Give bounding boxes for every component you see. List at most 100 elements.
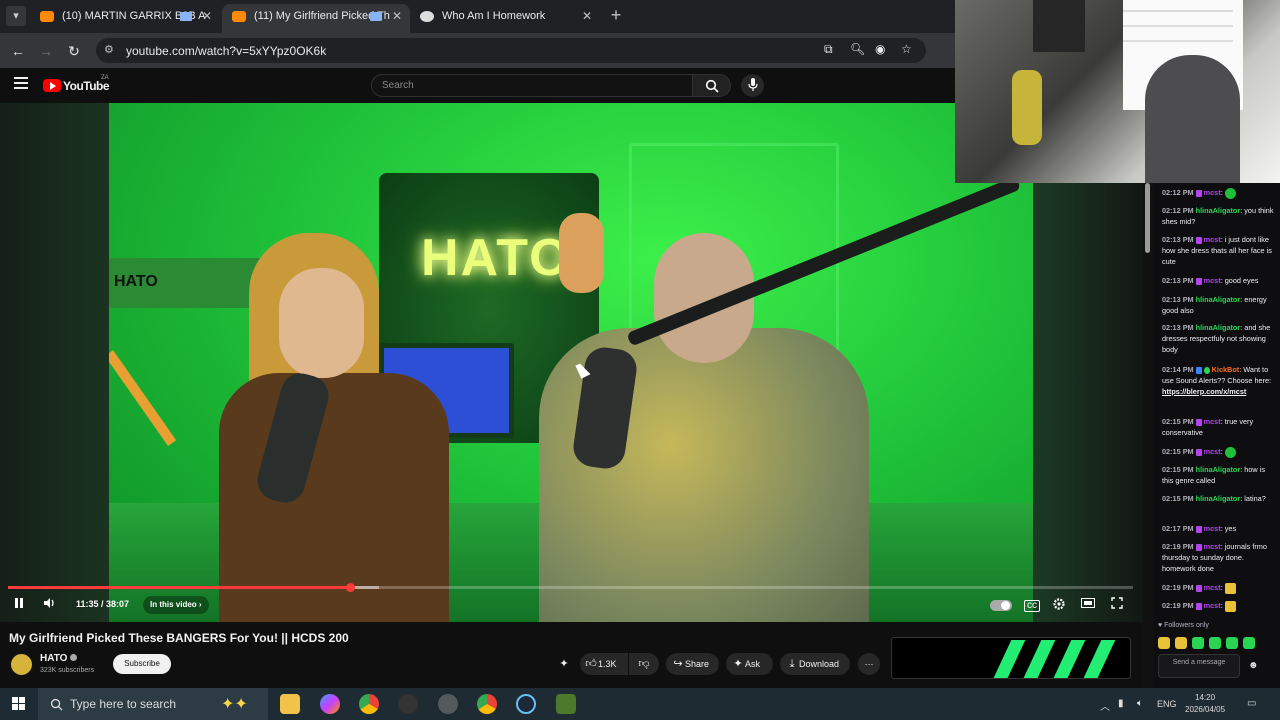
chat-user[interactable]: hlinaAligator bbox=[1196, 323, 1241, 332]
browser-tab-3[interactable]: Who Am I Homework ✕ bbox=[410, 4, 600, 33]
menu-icon[interactable] bbox=[14, 77, 28, 92]
youtube-logo-text[interactable]: YouTube bbox=[63, 79, 110, 93]
channel-name[interactable]: HATO bbox=[40, 653, 78, 664]
chatgpt-app-icon[interactable] bbox=[438, 694, 458, 714]
site-info-icon[interactable]: ⚙ bbox=[104, 43, 114, 56]
copilot-icon[interactable] bbox=[320, 694, 340, 714]
search-input[interactable]: Search bbox=[371, 74, 693, 97]
chat-message: 02:13 PM hlinaAligator: and she dresses r… bbox=[1162, 322, 1274, 355]
autoplay-toggle[interactable] bbox=[990, 600, 1012, 611]
search-button[interactable] bbox=[693, 74, 731, 97]
chat-user[interactable]: hlinaAligator bbox=[1196, 465, 1241, 474]
theater-mode-button[interactable] bbox=[1081, 597, 1095, 611]
chat-user[interactable]: mcst bbox=[1204, 188, 1221, 197]
close-tab-icon[interactable]: ✕ bbox=[392, 4, 402, 29]
emote-icon[interactable] bbox=[1226, 637, 1238, 649]
chat-emote-picker-icon[interactable]: ☻ bbox=[1248, 660, 1259, 671]
chat-user[interactable]: mcst bbox=[1204, 417, 1221, 426]
browser-tab-bar: ▾ (10) MARTIN GARRIX B2B A ✕ (11) My Gir… bbox=[0, 0, 955, 33]
chat-time: 02:13 PM bbox=[1162, 295, 1194, 304]
close-tab-icon[interactable]: ✕ bbox=[202, 4, 212, 29]
chat-user[interactable]: mcst bbox=[1204, 601, 1221, 610]
chat-user[interactable]: mcst bbox=[1204, 524, 1221, 533]
reload-button[interactable]: ↻ bbox=[64, 41, 84, 61]
browser-tab-1[interactable]: (10) MARTIN GARRIX B2B A ✕ bbox=[30, 4, 220, 33]
chat-user[interactable]: hlinaAligator bbox=[1196, 206, 1241, 215]
pause-button[interactable] bbox=[13, 597, 25, 612]
chat-message-input[interactable]: Send a message bbox=[1158, 654, 1240, 678]
file-explorer-icon[interactable] bbox=[280, 694, 300, 714]
language-indicator[interactable]: ENG bbox=[1157, 699, 1177, 709]
chat-time: 02:15 PM bbox=[1162, 447, 1194, 456]
volume-button[interactable] bbox=[43, 597, 57, 612]
notification-icon[interactable]: ▭ bbox=[1247, 698, 1256, 709]
scrubber-handle[interactable] bbox=[346, 583, 355, 592]
share-button[interactable]: ↪ Share bbox=[666, 653, 719, 675]
chat-link[interactable]: https://blerp.com/x/mcst bbox=[1162, 387, 1246, 396]
emote-icon[interactable] bbox=[1158, 637, 1170, 649]
chrome-profile-icon[interactable] bbox=[477, 694, 497, 714]
subtitles-button[interactable]: cc bbox=[1024, 600, 1040, 612]
install-app-icon[interactable]: ⧉ bbox=[824, 42, 833, 57]
chat-time: 02:19 PM bbox=[1162, 583, 1194, 592]
new-tab-button[interactable]: + bbox=[606, 5, 626, 25]
steam-icon[interactable] bbox=[516, 694, 536, 714]
dislike-button[interactable]: 👎︎ bbox=[629, 653, 659, 675]
emote-icon[interactable] bbox=[1209, 637, 1221, 649]
back-button[interactable]: ← bbox=[8, 41, 28, 61]
chat-message: 02:19 PM mcst: journals frmo thursday to … bbox=[1162, 541, 1274, 574]
like-count: 1.3K bbox=[598, 659, 617, 669]
progress-bar[interactable] bbox=[8, 583, 1133, 592]
emote-icon[interactable] bbox=[1175, 637, 1187, 649]
address-bar[interactable]: ⚙ youtube.com/watch?v=5xYYpz0OK6k ⧉ 🔍︎ ◉… bbox=[96, 38, 926, 63]
minecraft-icon[interactable] bbox=[556, 694, 576, 714]
chat-user[interactable]: hlinaAligator bbox=[1196, 295, 1241, 304]
download-button[interactable]: ⤓ Download bbox=[780, 653, 850, 675]
more-actions-button[interactable]: ⋯ bbox=[858, 653, 880, 675]
webcam-overlay bbox=[955, 0, 1280, 183]
chat-scroll-thumb[interactable] bbox=[1145, 183, 1150, 253]
chat-message: 02:15 PM hlinaAligator: latina? bbox=[1162, 493, 1274, 504]
bookmark-star-icon[interactable]: ☆ bbox=[901, 42, 912, 56]
like-button[interactable]: 👍︎1.3K bbox=[580, 653, 628, 675]
close-tab-icon[interactable]: ✕ bbox=[582, 4, 592, 29]
chrome-icon[interactable] bbox=[359, 694, 379, 714]
ask-button[interactable]: ✦ Ask bbox=[726, 653, 773, 675]
zoom-icon[interactable]: 🔍︎ bbox=[850, 42, 865, 56]
youtube-logo-icon[interactable] bbox=[43, 79, 61, 92]
shelf-sign: HATO bbox=[114, 273, 158, 290]
sparkle-ai-button[interactable]: ✦ bbox=[557, 653, 575, 675]
chat-user[interactable]: mcst bbox=[1204, 235, 1221, 244]
hide-eye-icon[interactable]: ◉ bbox=[875, 42, 885, 56]
chat-user[interactable]: mcst bbox=[1204, 276, 1221, 285]
tab-search-dropdown[interactable]: ▾ bbox=[6, 6, 26, 26]
windows-start-icon[interactable] bbox=[12, 697, 25, 710]
show-hidden-icons[interactable]: ︿ bbox=[1100, 698, 1110, 713]
settings-button[interactable] bbox=[1052, 597, 1066, 614]
chat-user[interactable]: mcst bbox=[1204, 542, 1221, 551]
emote-icon[interactable] bbox=[1243, 637, 1255, 649]
video-frame[interactable]: HATO HATO bbox=[109, 103, 1033, 622]
subscribe-button[interactable]: Subscribe bbox=[113, 654, 171, 674]
chat-user[interactable]: mcst bbox=[1204, 447, 1221, 456]
channel-avatar[interactable] bbox=[9, 652, 34, 677]
video-title: My Girlfriend Picked These BANGERS For Y… bbox=[9, 631, 349, 645]
fullscreen-button[interactable] bbox=[1111, 597, 1123, 612]
browser-tab-2[interactable]: (11) My Girlfriend Picked Th ✕ bbox=[222, 4, 410, 33]
taskbar-search-input[interactable]: Type here to search ✦✦ bbox=[38, 688, 268, 720]
chat-user[interactable]: KickBot bbox=[1212, 365, 1240, 374]
network-icon[interactable]: ▮ bbox=[1118, 698, 1124, 709]
taskbar-clock[interactable]: 14:20 2026/04/05 bbox=[1185, 692, 1225, 716]
voice-search-button[interactable] bbox=[741, 74, 764, 97]
chat-user[interactable]: mcst bbox=[1204, 583, 1221, 592]
emote-icon[interactable] bbox=[1192, 637, 1204, 649]
obs-icon[interactable] bbox=[398, 694, 418, 714]
windows-taskbar: Type here to search ✦✦ ︿ ▮ 🔈︎ ENG 14:20 … bbox=[0, 688, 1280, 720]
chat-user[interactable]: hlinaAligator bbox=[1196, 494, 1241, 503]
forward-button[interactable]: → bbox=[36, 41, 56, 61]
in-this-video-button[interactable]: In this video › bbox=[143, 596, 209, 614]
chat-scrollbar[interactable] bbox=[1143, 183, 1153, 688]
volume-tray-icon[interactable]: 🔈︎ bbox=[1137, 698, 1143, 709]
chat-time: 02:15 PM bbox=[1162, 494, 1194, 503]
logo-stripe bbox=[992, 640, 1026, 678]
